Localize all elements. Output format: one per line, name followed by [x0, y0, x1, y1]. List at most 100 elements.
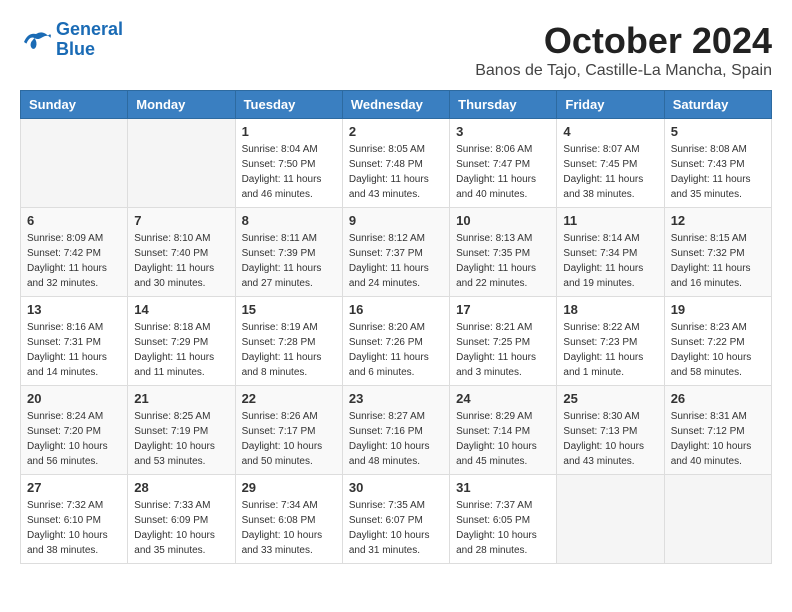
calendar-cell: 2 Sunrise: 8:05 AMSunset: 7:48 PMDaylight… [342, 119, 449, 208]
calendar-cell: 20Sunrise: 8:24 AMSunset: 7:20 PMDayligh… [21, 386, 128, 475]
header-cell-sunday: Sunday [21, 91, 128, 119]
day-detail: Sunrise: 8:05 AMSunset: 7:48 PMDaylight:… [349, 142, 443, 202]
day-detail: Sunrise: 8:24 AMSunset: 7:20 PMDaylight:… [27, 409, 121, 469]
page-header: General Blue October 2024 Banos de Tajo,… [20, 20, 772, 80]
day-number: 23 [349, 391, 443, 406]
header-cell-thursday: Thursday [450, 91, 557, 119]
title-section: October 2024 Banos de Tajo, Castille-La … [475, 20, 772, 80]
calendar-header: SundayMondayTuesdayWednesdayThursdayFrid… [21, 91, 772, 119]
day-detail: Sunrise: 8:19 AMSunset: 7:28 PMDaylight:… [242, 320, 336, 380]
day-number: 29 [242, 480, 336, 495]
day-detail: Sunrise: 8:23 AMSunset: 7:22 PMDaylight:… [671, 320, 765, 380]
week-row-4: 27Sunrise: 7:32 AMSunset: 6:10 PMDayligh… [21, 475, 772, 564]
calendar-cell: 22 Sunrise: 8:26 AMSunset: 7:17 PMDayligh… [235, 386, 342, 475]
calendar-cell: 18 Sunrise: 8:22 AMSunset: 7:23 PMDayligh… [557, 297, 664, 386]
calendar-cell [557, 475, 664, 564]
day-detail: Sunrise: 8:16 AMSunset: 7:31 PMDaylight:… [27, 320, 121, 380]
calendar-cell: 27Sunrise: 7:32 AMSunset: 6:10 PMDayligh… [21, 475, 128, 564]
day-number: 28 [134, 480, 228, 495]
day-number: 4 [563, 124, 657, 139]
week-row-1: 6Sunrise: 8:09 AMSunset: 7:42 PMDaylight… [21, 208, 772, 297]
day-detail: Sunrise: 8:04 AMSunset: 7:50 PMDaylight:… [242, 142, 336, 202]
calendar-cell: 10 Sunrise: 8:13 AMSunset: 7:35 PMDayligh… [450, 208, 557, 297]
calendar-cell: 5 Sunrise: 8:08 AMSunset: 7:43 PMDaylight… [664, 119, 771, 208]
day-number: 6 [27, 213, 121, 228]
calendar-cell: 23 Sunrise: 8:27 AMSunset: 7:16 PMDayligh… [342, 386, 449, 475]
calendar-cell: 11 Sunrise: 8:14 AMSunset: 7:34 PMDayligh… [557, 208, 664, 297]
day-detail: Sunrise: 7:35 AMSunset: 6:07 PMDaylight:… [349, 498, 443, 558]
day-detail: Sunrise: 8:18 AMSunset: 7:29 PMDaylight:… [134, 320, 228, 380]
week-row-3: 20Sunrise: 8:24 AMSunset: 7:20 PMDayligh… [21, 386, 772, 475]
day-number: 15 [242, 302, 336, 317]
day-number: 17 [456, 302, 550, 317]
calendar-cell: 9Sunrise: 8:12 AMSunset: 7:37 PMDaylight… [342, 208, 449, 297]
calendar-cell: 17 Sunrise: 8:21 AMSunset: 7:25 PMDayligh… [450, 297, 557, 386]
calendar-cell: 6Sunrise: 8:09 AMSunset: 7:42 PMDaylight… [21, 208, 128, 297]
day-number: 22 [242, 391, 336, 406]
day-number: 19 [671, 302, 765, 317]
calendar-cell: 13 Sunrise: 8:16 AMSunset: 7:31 PMDayligh… [21, 297, 128, 386]
day-number: 1 [242, 124, 336, 139]
header-row: SundayMondayTuesdayWednesdayThursdayFrid… [21, 91, 772, 119]
location-title: Banos de Tajo, Castille-La Mancha, Spain [475, 62, 772, 80]
day-detail: Sunrise: 8:26 AMSunset: 7:17 PMDaylight:… [242, 409, 336, 469]
day-number: 25 [563, 391, 657, 406]
day-number: 21 [134, 391, 228, 406]
calendar-cell: 21 Sunrise: 8:25 AMSunset: 7:19 PMDayligh… [128, 386, 235, 475]
day-detail: Sunrise: 8:29 AMSunset: 7:14 PMDaylight:… [456, 409, 550, 469]
day-detail: Sunrise: 8:21 AMSunset: 7:25 PMDaylight:… [456, 320, 550, 380]
calendar-cell: 28 Sunrise: 7:33 AMSunset: 6:09 PMDayligh… [128, 475, 235, 564]
day-number: 31 [456, 480, 550, 495]
day-number: 24 [456, 391, 550, 406]
day-number: 30 [349, 480, 443, 495]
day-detail: Sunrise: 7:37 AMSunset: 6:05 PMDaylight:… [456, 498, 550, 558]
day-detail: Sunrise: 8:12 AMSunset: 7:37 PMDaylight:… [349, 231, 443, 291]
day-detail: Sunrise: 8:25 AMSunset: 7:19 PMDaylight:… [134, 409, 228, 469]
header-cell-monday: Monday [128, 91, 235, 119]
day-number: 5 [671, 124, 765, 139]
day-detail: Sunrise: 8:13 AMSunset: 7:35 PMDaylight:… [456, 231, 550, 291]
day-detail: Sunrise: 8:30 AMSunset: 7:13 PMDaylight:… [563, 409, 657, 469]
calendar-cell [128, 119, 235, 208]
day-number: 18 [563, 302, 657, 317]
calendar-cell: 26Sunrise: 8:31 AMSunset: 7:12 PMDayligh… [664, 386, 771, 475]
calendar-cell: 14 Sunrise: 8:18 AMSunset: 7:29 PMDayligh… [128, 297, 235, 386]
calendar-cell: 15 Sunrise: 8:19 AMSunset: 7:28 PMDayligh… [235, 297, 342, 386]
logo-text: General Blue [56, 20, 123, 60]
day-number: 8 [242, 213, 336, 228]
day-number: 27 [27, 480, 121, 495]
day-number: 13 [27, 302, 121, 317]
day-detail: Sunrise: 8:22 AMSunset: 7:23 PMDaylight:… [563, 320, 657, 380]
day-detail: Sunrise: 8:08 AMSunset: 7:43 PMDaylight:… [671, 142, 765, 202]
calendar-cell: 16 Sunrise: 8:20 AMSunset: 7:26 PMDayligh… [342, 297, 449, 386]
calendar-cell: 3Sunrise: 8:06 AMSunset: 7:47 PMDaylight… [450, 119, 557, 208]
day-detail: Sunrise: 8:20 AMSunset: 7:26 PMDaylight:… [349, 320, 443, 380]
week-row-0: 1 Sunrise: 8:04 AMSunset: 7:50 PMDaylight… [21, 119, 772, 208]
header-cell-friday: Friday [557, 91, 664, 119]
day-detail: Sunrise: 8:14 AMSunset: 7:34 PMDaylight:… [563, 231, 657, 291]
day-detail: Sunrise: 8:27 AMSunset: 7:16 PMDaylight:… [349, 409, 443, 469]
day-number: 14 [134, 302, 228, 317]
calendar-cell: 29 Sunrise: 7:34 AMSunset: 6:08 PMDayligh… [235, 475, 342, 564]
calendar-cell: 1 Sunrise: 8:04 AMSunset: 7:50 PMDaylight… [235, 119, 342, 208]
day-number: 10 [456, 213, 550, 228]
week-row-2: 13 Sunrise: 8:16 AMSunset: 7:31 PMDayligh… [21, 297, 772, 386]
header-cell-wednesday: Wednesday [342, 91, 449, 119]
day-number: 2 [349, 124, 443, 139]
day-number: 11 [563, 213, 657, 228]
logo-icon [20, 26, 52, 54]
calendar-cell: 4Sunrise: 8:07 AMSunset: 7:45 PMDaylight… [557, 119, 664, 208]
day-detail: Sunrise: 7:34 AMSunset: 6:08 PMDaylight:… [242, 498, 336, 558]
day-detail: Sunrise: 8:15 AMSunset: 7:32 PMDaylight:… [671, 231, 765, 291]
logo: General Blue [20, 20, 123, 60]
calendar-cell: 19 Sunrise: 8:23 AMSunset: 7:22 PMDayligh… [664, 297, 771, 386]
calendar-cell [664, 475, 771, 564]
day-number: 3 [456, 124, 550, 139]
day-detail: Sunrise: 7:33 AMSunset: 6:09 PMDaylight:… [134, 498, 228, 558]
day-number: 16 [349, 302, 443, 317]
day-detail: Sunrise: 8:31 AMSunset: 7:12 PMDaylight:… [671, 409, 765, 469]
calendar-cell [21, 119, 128, 208]
day-number: 7 [134, 213, 228, 228]
header-cell-tuesday: Tuesday [235, 91, 342, 119]
calendar-cell: 8Sunrise: 8:11 AMSunset: 7:39 PMDaylight… [235, 208, 342, 297]
